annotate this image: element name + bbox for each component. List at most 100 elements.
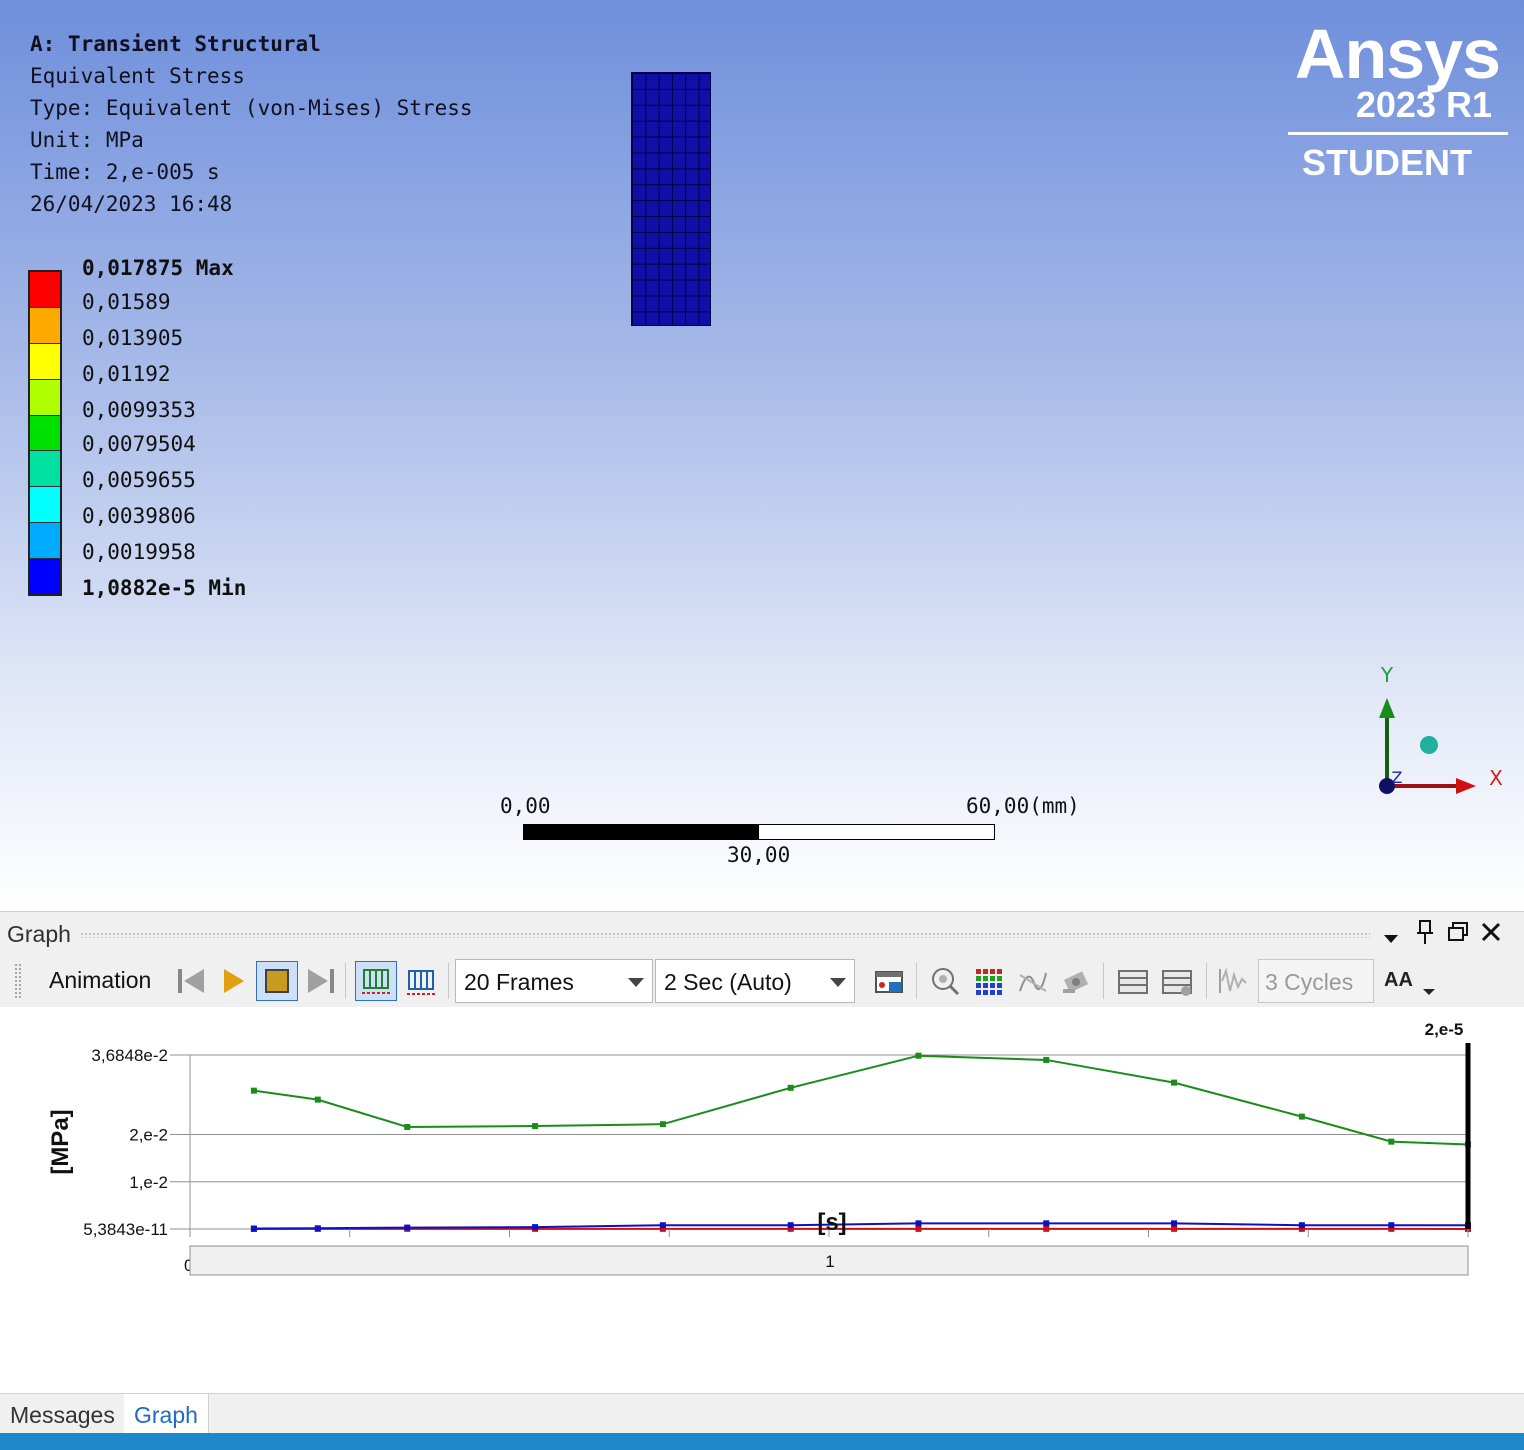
legend-swatch-6 [30, 487, 60, 523]
stress-time-chart[interactable]: 5,3843e-111,e-22,e-23,6848e-20,2,5e-65,e… [0, 1010, 1524, 1390]
next-frame-button[interactable] [304, 963, 338, 999]
toolbar-separator [1103, 963, 1104, 999]
data-point [787, 1084, 794, 1091]
triad-z-label: Z [1392, 768, 1403, 787]
antialias-button[interactable]: AA [1382, 963, 1435, 999]
analysis-title: A: Transient Structural [30, 32, 321, 56]
graph-panel-title: Graph [7, 921, 71, 947]
y-tick-label: 1,e-2 [129, 1173, 168, 1192]
table-options-button[interactable] [1160, 963, 1194, 999]
legend-swatch-8 [30, 559, 60, 594]
y-tick-label: 5,3843e-11 [83, 1220, 168, 1239]
data-point [659, 1121, 666, 1128]
legend-label: 0,0039806 [82, 504, 196, 528]
ansys-logo: Ansys 2023 R1 STUDENT [1284, 14, 1514, 194]
magnifier-icon [932, 968, 960, 996]
legend-label: 0,0099353 [82, 398, 196, 422]
data-point [915, 1220, 922, 1227]
logo-version: 2023 R1 [1355, 84, 1492, 125]
data-point [659, 1222, 666, 1229]
close-icon [1481, 922, 1501, 942]
duration-dropdown[interactable]: 2 Sec (Auto) [655, 959, 855, 1003]
panel-menu-button[interactable] [1382, 926, 1400, 951]
data-point [532, 1224, 539, 1231]
logo-brand: Ansys [1294, 15, 1501, 93]
tab-messages[interactable]: Messages [0, 1394, 126, 1434]
distributed-frames-icon [362, 969, 390, 994]
model-viewport[interactable]: A: Transient Structural Equivalent Stres… [0, 0, 1524, 905]
scale-right-label: 60,00(mm) [966, 794, 1080, 818]
chevron-down-icon [1384, 935, 1398, 943]
data-point [532, 1123, 539, 1130]
legend-label: 0,0079504 [82, 432, 196, 456]
frames-dropdown[interactable]: 20 Frames [455, 959, 653, 1003]
legend-swatch-5 [30, 451, 60, 487]
toolbar-grip[interactable] [14, 963, 22, 999]
meshed-body[interactable] [631, 72, 711, 326]
float-panel-button[interactable] [1446, 920, 1470, 950]
legend-label: 0,01589 [82, 290, 171, 314]
result-unit: Unit: MPa [30, 128, 144, 152]
result-step-label: 1 [825, 1252, 834, 1271]
frames-value: 20 Frames [464, 969, 574, 995]
table-settings-icon [1162, 970, 1192, 996]
distributed-frames-button[interactable] [355, 961, 397, 1001]
y-tick-label: 3,6848e-2 [91, 1046, 168, 1065]
legend-min-label: 1,0882e-5 Min [82, 576, 247, 600]
legend-swatch-1 [30, 308, 60, 344]
cycles-value: 3 Cycles [1265, 969, 1354, 995]
play-button[interactable] [216, 963, 250, 999]
legend-label: 0,013905 [82, 326, 184, 350]
antialias-label: AA [1384, 969, 1413, 991]
stop-button[interactable] [256, 961, 298, 1001]
legend-label: 0,0059655 [82, 468, 196, 492]
export-video-icon [875, 971, 903, 993]
status-bar [0, 1433, 1524, 1450]
stop-icon [265, 969, 289, 993]
legend-max-label: 0,017875 Max [82, 256, 234, 280]
data-point [314, 1096, 321, 1103]
waveform-icon [1219, 967, 1247, 993]
play-icon [224, 969, 244, 993]
zoom-to-fit-button[interactable] [928, 963, 962, 999]
skip-back-icon [178, 969, 204, 993]
export-video-button[interactable] [873, 963, 907, 999]
data-point [250, 1225, 257, 1232]
legend-swatch-0 [30, 272, 60, 308]
result-date: 26/04/2023 16:48 [30, 192, 233, 216]
y-tick-label: 2,e-2 [129, 1126, 168, 1145]
y-axis-label: [MPa] [47, 1109, 74, 1174]
data-point [1171, 1079, 1178, 1086]
contour-legend-bar [28, 270, 62, 596]
scale-mid-label: 30,00 [727, 843, 791, 867]
data-point [1043, 1225, 1050, 1232]
previous-frame-button[interactable] [174, 963, 208, 999]
chevron-down-icon [628, 978, 644, 987]
harmonic-cycles-button[interactable] [1216, 963, 1250, 999]
chevron-down-icon [1423, 989, 1435, 995]
curve-icon [1019, 972, 1047, 992]
series-line [253, 1222, 1468, 1230]
close-panel-button[interactable] [1480, 920, 1502, 950]
pin-icon [1417, 920, 1433, 944]
data-point [1171, 1220, 1178, 1227]
data-point [915, 1225, 922, 1232]
result-sets-button[interactable] [404, 963, 438, 999]
legend-toggle-button[interactable] [972, 963, 1006, 999]
coordinate-triad[interactable]: Y X Z [1360, 660, 1510, 810]
data-point [1043, 1056, 1050, 1063]
result-type: Type: Equivalent (von-Mises) Stress [30, 96, 473, 120]
camera-icon [1063, 971, 1089, 993]
table-view-button[interactable] [1116, 963, 1150, 999]
tab-graph[interactable]: Graph [124, 1394, 209, 1434]
curve-probe-button[interactable] [1016, 963, 1050, 999]
legend-label: 0,01192 [82, 362, 171, 386]
camera-capture-button[interactable] [1060, 963, 1094, 999]
toolbar-separator [916, 963, 917, 999]
toolbar-separator [345, 963, 346, 999]
legend-grid-icon [976, 969, 1002, 995]
data-point [404, 1224, 411, 1231]
pin-panel-button[interactable] [1414, 918, 1436, 952]
scale-left-label: 0,00 [500, 794, 551, 818]
legend-swatch-7 [30, 523, 60, 559]
